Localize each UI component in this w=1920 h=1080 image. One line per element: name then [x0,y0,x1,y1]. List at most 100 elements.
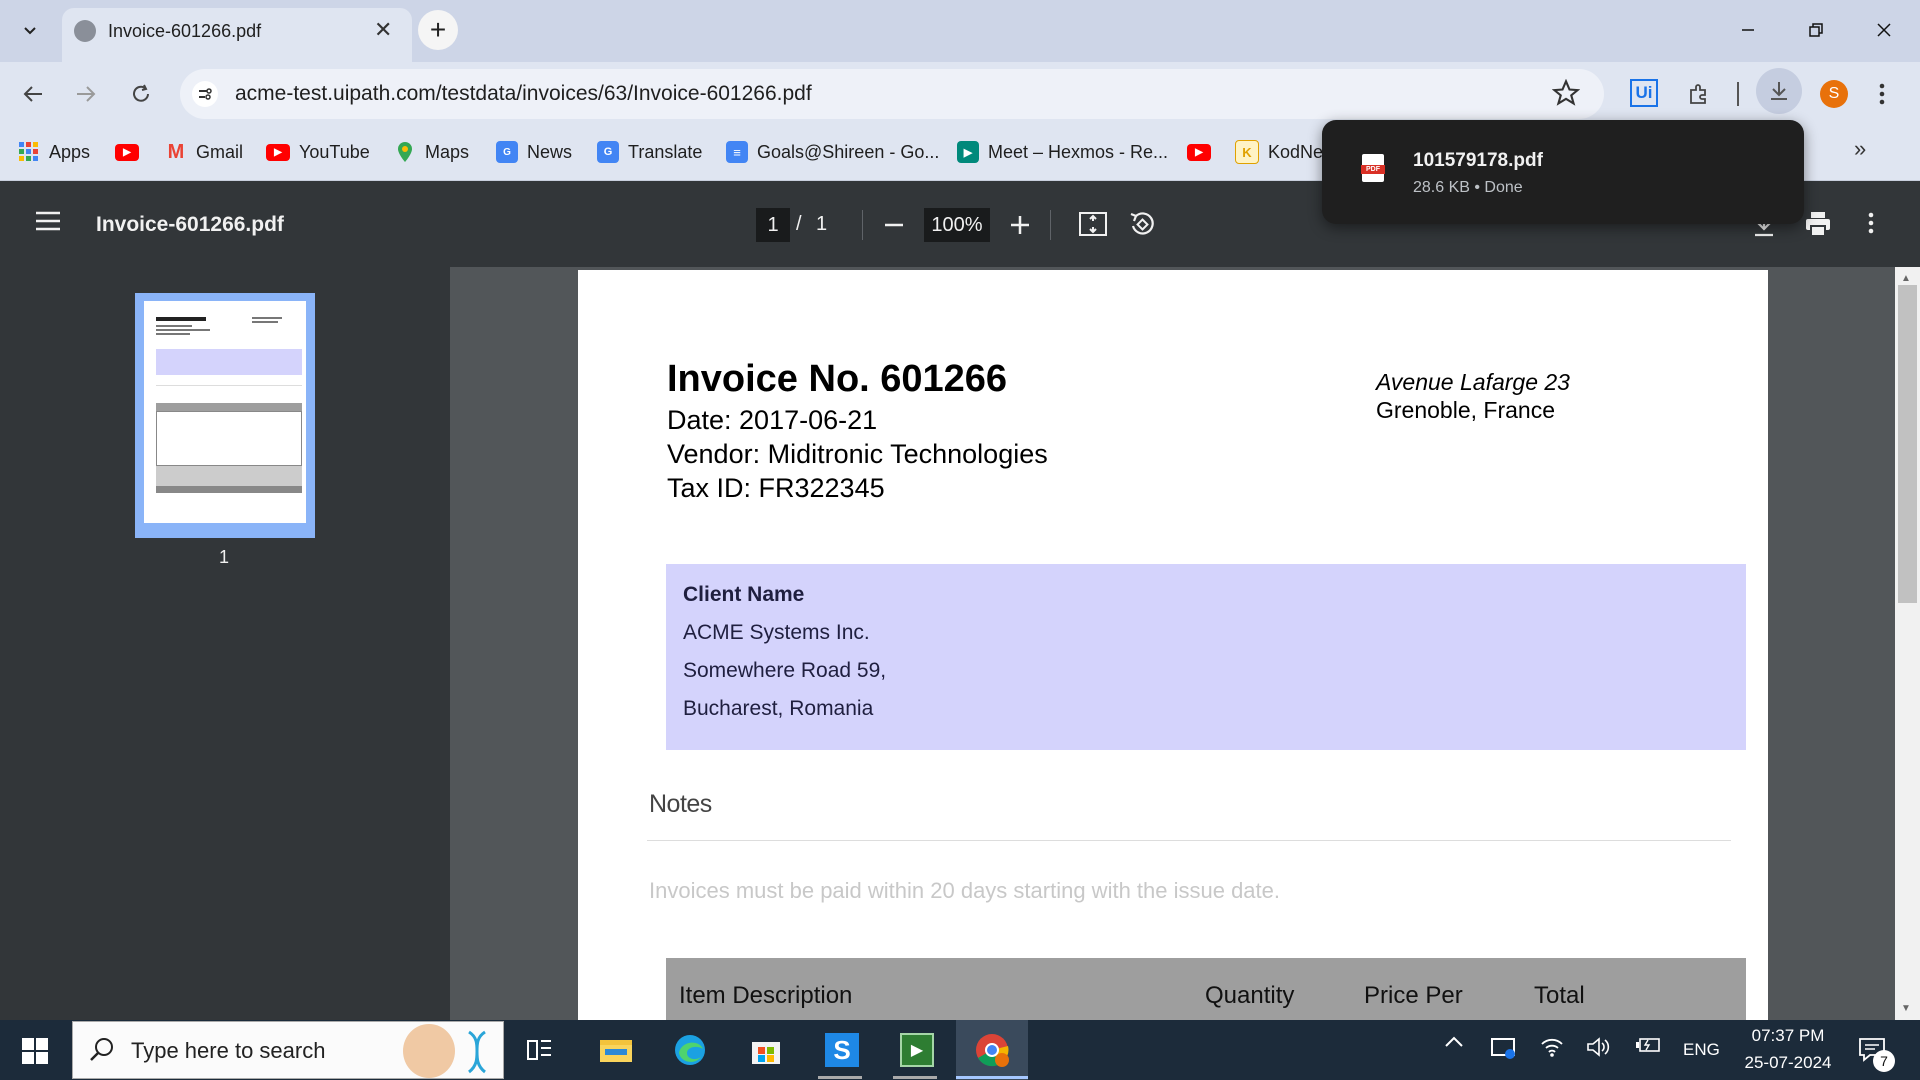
microsoft-store-icon[interactable] [746,1030,786,1070]
tab-close-icon[interactable]: ✕ [374,17,392,43]
input-language[interactable]: ENG [1683,1040,1720,1060]
client-info-box: Client Name ACME Systems Inc. Somewhere … [666,564,1746,750]
youtube-icon: ▶ [1187,143,1211,161]
reload-icon[interactable] [121,74,161,114]
tab-search-chevron-icon[interactable] [10,10,50,50]
forward-arrow-icon[interactable] [66,74,106,114]
vertical-scrollbar[interactable]: ▲ ▼ [1895,267,1920,1020]
notes-divider [647,840,1731,841]
scroll-up-icon[interactable]: ▲ [1901,273,1911,284]
extensions-puzzle-icon[interactable] [1679,74,1719,114]
globe-icon [74,20,96,42]
bookmark-label: KodNe [1268,141,1324,162]
pdf-file-icon: PDF [1361,154,1385,182]
rotate-icon[interactable] [1128,210,1156,243]
url-text[interactable]: acme-test.uipath.com/testdata/invoices/6… [235,82,812,106]
taskbar-search-box[interactable]: Type here to search [72,1021,504,1079]
restore-icon[interactable] [1796,14,1836,46]
search-placeholder: Type here to search [131,1038,326,1063]
bookmark-maps[interactable]: Maps [394,137,469,167]
maps-pin-icon [394,141,416,163]
invoice-tax-id: Tax ID: FR322345 [667,473,885,503]
pdf-more-options-icon[interactable] [1868,212,1874,239]
browser-menu-icon[interactable] [1862,74,1902,114]
browser-tab[interactable]: Invoice-601266.pdf ✕ [62,8,412,62]
thumb-line [156,329,210,331]
youtube-icon: ▶ [266,143,290,161]
bookmark-label: Maps [425,141,470,162]
back-arrow-icon[interactable] [13,74,53,114]
invoice-vendor: Vendor: Miditronic Technologies [667,439,1048,469]
bookmark-youtube-2[interactable]: ▶ [1187,137,1220,167]
thumb-line [156,325,192,327]
bookmark-kodnest[interactable]: K KodNe [1235,137,1323,167]
close-window-icon[interactable] [1864,14,1904,46]
windows-start-icon[interactable] [22,1038,48,1069]
sidebar-menu-icon[interactable] [34,210,62,237]
invoice-title: Invoice No. 601266 [667,358,1008,400]
wifi-icon[interactable] [1540,1036,1564,1058]
volume-icon[interactable] [1586,1036,1612,1058]
thumb-line [156,333,190,335]
bookmark-youtube[interactable]: ▶ YouTube [266,137,370,167]
bookmark-youtube-1[interactable]: ▶ [115,137,148,167]
thumb-total-bar [156,486,302,493]
zoom-out-icon[interactable] [882,213,906,242]
print-icon[interactable] [1804,210,1832,243]
bookmark-label: YouTube [299,141,370,162]
download-bubble[interactable]: PDF 101579178.pdf 28.6 KB • Done [1322,120,1804,224]
profile-avatar[interactable]: S [1820,80,1848,108]
client-heading: Client Name [683,583,805,606]
downloads-icon[interactable] [1756,68,1802,114]
battery-icon[interactable] [1634,1036,1662,1054]
fit-to-page-icon[interactable] [1078,210,1108,243]
search-icon [89,1037,115,1068]
bookmark-label: Meet – Hexmos - Re... [988,141,1169,162]
clock-time[interactable]: 07:37 PM [1738,1026,1838,1046]
bookmark-news[interactable]: G News [496,137,572,167]
bookmark-goals-doc[interactable]: ≡ Goals@Shireen - Go... [726,137,939,167]
notes-text: Invoices must be paid within 20 days sta… [649,878,1281,903]
news-icon: G [496,141,518,163]
download-status: 28.6 KB • Done [1413,179,1523,196]
bookmark-translate[interactable]: G Translate [597,137,702,167]
download-filename[interactable]: 101579178.pdf [1413,150,1543,172]
page-number-input[interactable]: 1 [756,208,790,242]
task-view-icon[interactable] [520,1030,560,1070]
clock-date[interactable]: 25-07-2024 [1733,1053,1843,1073]
edge-browser-icon[interactable] [670,1030,710,1070]
chrome-icon[interactable] [972,1030,1012,1070]
uipath-extension-icon[interactable]: Ui [1630,79,1658,107]
zoom-level-input[interactable]: 100% [924,208,990,242]
pdf-title: Invoice-601266.pdf [96,213,284,236]
thumb-client-box [156,349,302,375]
toolbar-divider [1737,82,1739,106]
new-tab-button[interactable]: + [418,10,458,50]
thumbnail-page-number: 1 [219,547,230,567]
minimize-icon[interactable] [1728,14,1768,46]
more-bookmarks-chevron-icon[interactable]: » [1854,136,1866,162]
address-bar[interactable]: acme-test.uipath.com/testdata/invoices/6… [180,69,1604,119]
vendor-address-line1: Avenue Lafarge 23 [1376,369,1570,395]
media-player-icon[interactable]: ▶ [897,1030,937,1070]
meet-now-icon[interactable] [1490,1036,1518,1060]
bookmark-apps[interactable]: Apps [18,137,90,167]
scroll-down-icon[interactable]: ▼ [1901,1003,1911,1014]
bookmark-label: Translate [628,141,703,162]
site-settings-icon[interactable] [192,81,218,107]
show-hidden-icons-chevron-icon[interactable] [1444,1036,1464,1048]
zoom-in-icon[interactable] [1008,213,1032,242]
page-separator: / [796,213,802,235]
bookmark-gmail[interactable]: M Gmail [165,137,243,167]
page-thumbnail[interactable] [135,293,315,538]
app-s-icon[interactable]: S [822,1030,862,1070]
notification-count-badge: 7 [1873,1050,1895,1072]
scrollbar-thumb[interactable] [1898,285,1917,603]
bookmark-meet[interactable]: ▶ Meet – Hexmos - Re... [957,137,1168,167]
thumb-notes-line [156,385,302,386]
bookmark-star-icon[interactable] [1551,78,1581,112]
translate-icon: G [597,141,619,163]
col-quantity: Quantity [1205,982,1295,1009]
thumb-table-body [156,411,302,466]
file-explorer-icon[interactable] [596,1030,636,1070]
